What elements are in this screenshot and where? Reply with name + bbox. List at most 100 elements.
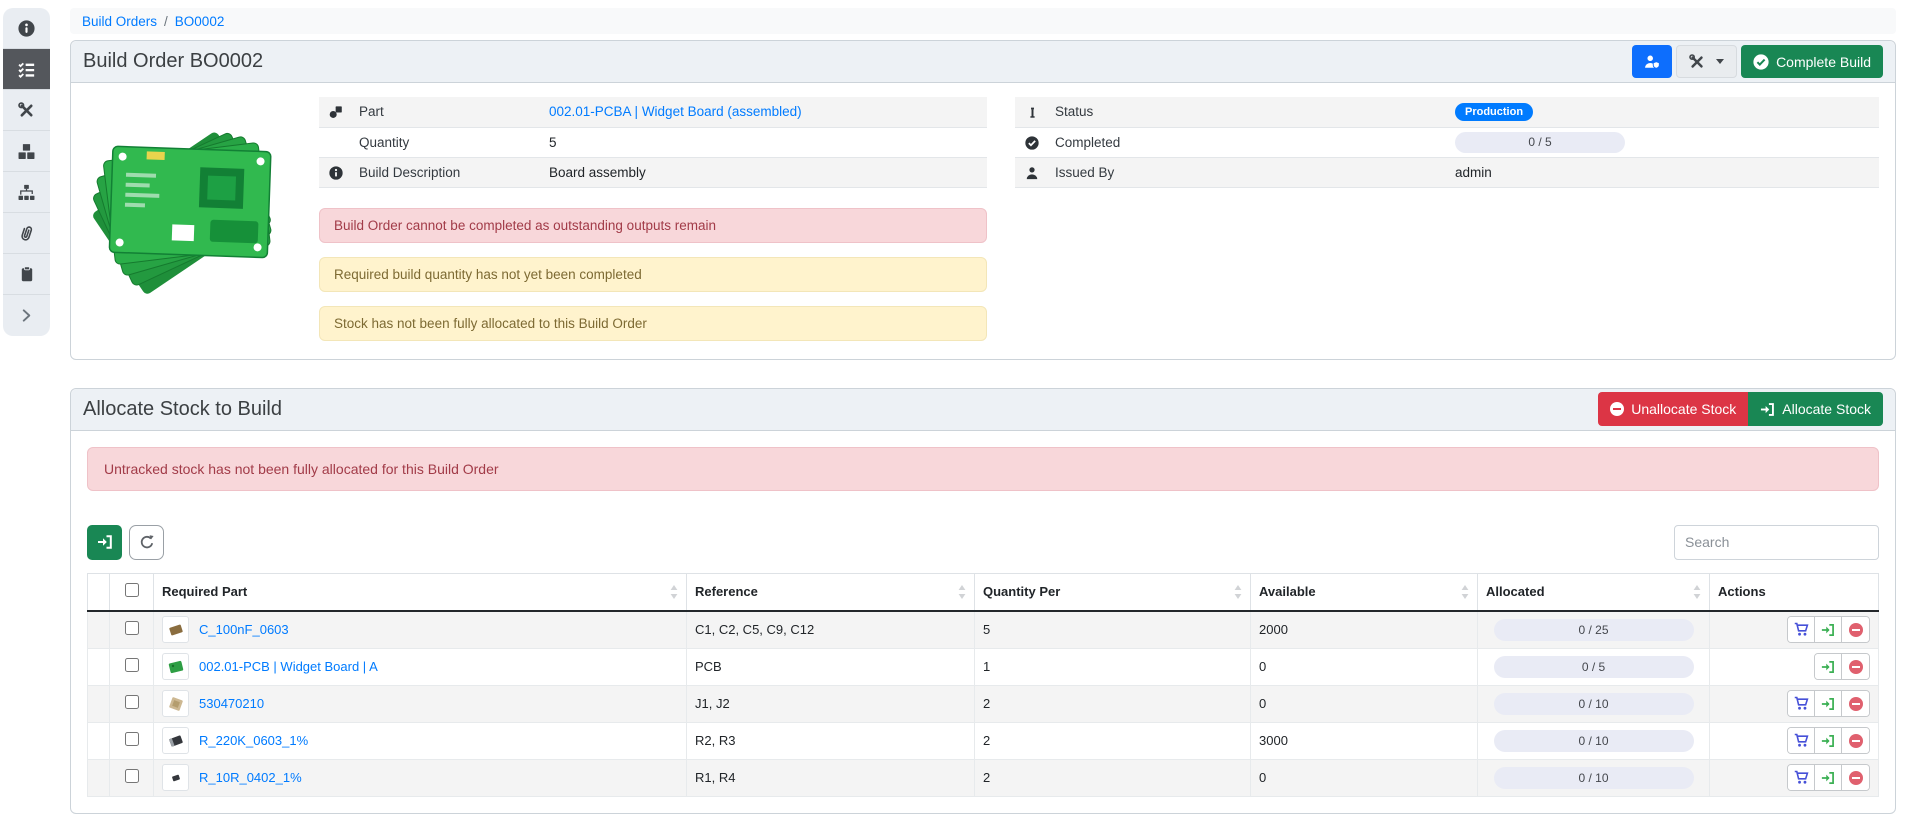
allocate-row-button[interactable]: [1815, 691, 1842, 716]
sitemap-icon: [18, 184, 35, 201]
reference-cell: PCB: [687, 648, 975, 685]
header-available[interactable]: Available: [1251, 573, 1478, 611]
info-letter-icon: [1026, 106, 1039, 119]
unallocate-row-button[interactable]: [1842, 654, 1869, 679]
sign-in-icon: [97, 534, 113, 550]
sort-icon[interactable]: [1693, 585, 1701, 599]
detail-row-issued-by: Issued By admin: [1015, 157, 1879, 187]
detail-row-quantity: Quantity 5: [319, 127, 987, 157]
part-link[interactable]: R_10R_0402_1%: [199, 770, 302, 785]
allocate-row-button[interactable]: [1815, 728, 1842, 753]
allocate-row-button[interactable]: [1815, 654, 1842, 679]
available-cell: 0: [1251, 759, 1478, 796]
search-input[interactable]: [1674, 525, 1879, 560]
minus-circle-icon: [1849, 660, 1863, 674]
row-checkbox[interactable]: [125, 695, 139, 709]
sort-icon[interactable]: [1461, 585, 1469, 599]
header-reference[interactable]: Reference: [687, 573, 975, 611]
sidebar-item-notes[interactable]: [3, 254, 50, 295]
allocate-stock-label: Allocate Stock: [1782, 401, 1871, 417]
header-required-part[interactable]: Required Part: [154, 573, 687, 611]
allocate-row-button[interactable]: [1815, 765, 1842, 790]
sign-in-icon: [1821, 697, 1835, 711]
part-thumbnail: [162, 653, 189, 680]
row-actions: [1787, 690, 1870, 717]
detail-row-completed: Completed 0 / 5: [1015, 127, 1879, 157]
unallocate-row-button[interactable]: [1842, 765, 1869, 790]
part-link[interactable]: 002.01-PCBA | Widget Board (assembled): [549, 104, 802, 119]
unallocate-row-button[interactable]: [1842, 728, 1869, 753]
row-checkbox[interactable]: [125, 732, 139, 746]
admin-view-button[interactable]: [1632, 45, 1672, 78]
unallocate-stock-button[interactable]: Unallocate Stock: [1598, 392, 1748, 426]
sidebar-item-attachments[interactable]: [3, 213, 50, 254]
table-row: C_100nF_0603 C1, C2, C5, C9, C12 5 2000 …: [88, 611, 1879, 648]
completed-progress: 0 / 5: [1455, 132, 1625, 153]
buy-part-button[interactable]: [1788, 765, 1815, 790]
sign-in-icon: [1821, 660, 1835, 674]
minus-circle-icon: [1849, 623, 1863, 637]
table-row: R_10R_0402_1% R1, R4 2 0 0 / 10: [88, 759, 1879, 796]
alert-untracked-stock: Untracked stock has not been fully alloc…: [87, 447, 1879, 491]
part-link[interactable]: 530470210: [199, 696, 264, 711]
refresh-table-button[interactable]: [129, 525, 164, 560]
breadcrumb-link-bo0002[interactable]: BO0002: [175, 14, 225, 29]
allocate-section-title: Allocate Stock to Build: [83, 398, 282, 421]
quantity-value: 5: [543, 127, 987, 157]
part-thumbnail: [162, 764, 189, 791]
row-checkbox[interactable]: [125, 769, 139, 783]
sidebar-item-allocate-stock[interactable]: [3, 49, 50, 90]
available-cell: 0: [1251, 648, 1478, 685]
row-checkbox[interactable]: [125, 658, 139, 672]
part-link[interactable]: C_100nF_0603: [199, 622, 289, 637]
row-actions: [1787, 616, 1870, 643]
status-label: Status: [1049, 97, 1449, 127]
sign-in-icon: [1760, 402, 1775, 417]
build-order-panel-header: Build Order BO0002 Complete Build: [71, 41, 1895, 83]
build-details-table: Part 002.01-PCBA | Widget Board (assembl…: [319, 97, 987, 188]
allocate-selected-button[interactable]: [87, 525, 122, 560]
unallocate-row-button[interactable]: [1842, 691, 1869, 716]
sidebar-item-build-outputs[interactable]: [3, 131, 50, 172]
allocated-progress: 0 / 5: [1494, 656, 1694, 678]
alert-stock-allocation: Stock has not been fully allocated to th…: [319, 306, 987, 341]
allocate-row-button[interactable]: [1815, 617, 1842, 642]
breadcrumb-link-build-orders[interactable]: Build Orders: [82, 14, 157, 29]
checklist-icon: [18, 61, 35, 78]
buy-part-button[interactable]: [1788, 691, 1815, 716]
detail-row-description: Build Description Board assembly: [319, 157, 987, 187]
sidebar-item-details[interactable]: [3, 8, 50, 49]
sort-icon[interactable]: [1234, 585, 1242, 599]
info-icon: [18, 20, 35, 37]
header-quantity-per[interactable]: Quantity Per: [975, 573, 1251, 611]
buy-part-button[interactable]: [1788, 728, 1815, 753]
unallocate-row-button[interactable]: [1842, 617, 1869, 642]
reference-cell: C1, C2, C5, C9, C12: [687, 611, 975, 648]
build-order-actions: Complete Build: [1632, 45, 1883, 78]
sort-icon[interactable]: [958, 585, 966, 599]
row-checkbox[interactable]: [125, 621, 139, 635]
sidebar-expand-toggle[interactable]: [3, 295, 50, 336]
row-actions: [1787, 764, 1870, 791]
part-link[interactable]: 002.01-PCB | Widget Board | A: [199, 659, 378, 674]
part-image[interactable]: [87, 97, 295, 339]
header-blank: [88, 573, 110, 611]
sign-in-icon: [1821, 623, 1835, 637]
clipboard-icon: [19, 266, 35, 282]
part-link[interactable]: R_220K_0603_1%: [199, 733, 308, 748]
issued-by-label: Issued By: [1049, 157, 1449, 187]
build-actions-dropdown-button[interactable]: [1676, 45, 1737, 78]
issued-by-value: admin: [1449, 157, 1879, 187]
minus-circle-icon: [1849, 734, 1863, 748]
alert-outstanding-outputs: Build Order cannot be completed as outst…: [319, 208, 987, 243]
allocate-stock-button[interactable]: Allocate Stock: [1748, 392, 1883, 426]
header-allocated[interactable]: Allocated: [1478, 573, 1710, 611]
complete-build-button[interactable]: Complete Build: [1741, 45, 1883, 78]
detail-row-part: Part 002.01-PCBA | Widget Board (assembl…: [319, 97, 987, 127]
sort-icon[interactable]: [670, 585, 678, 599]
sidebar-item-child-builds[interactable]: [3, 172, 50, 213]
sidebar-item-consumed-stock[interactable]: [3, 90, 50, 131]
select-all-checkbox[interactable]: [125, 583, 139, 597]
cart-icon: [1794, 622, 1809, 637]
buy-part-button[interactable]: [1788, 617, 1815, 642]
